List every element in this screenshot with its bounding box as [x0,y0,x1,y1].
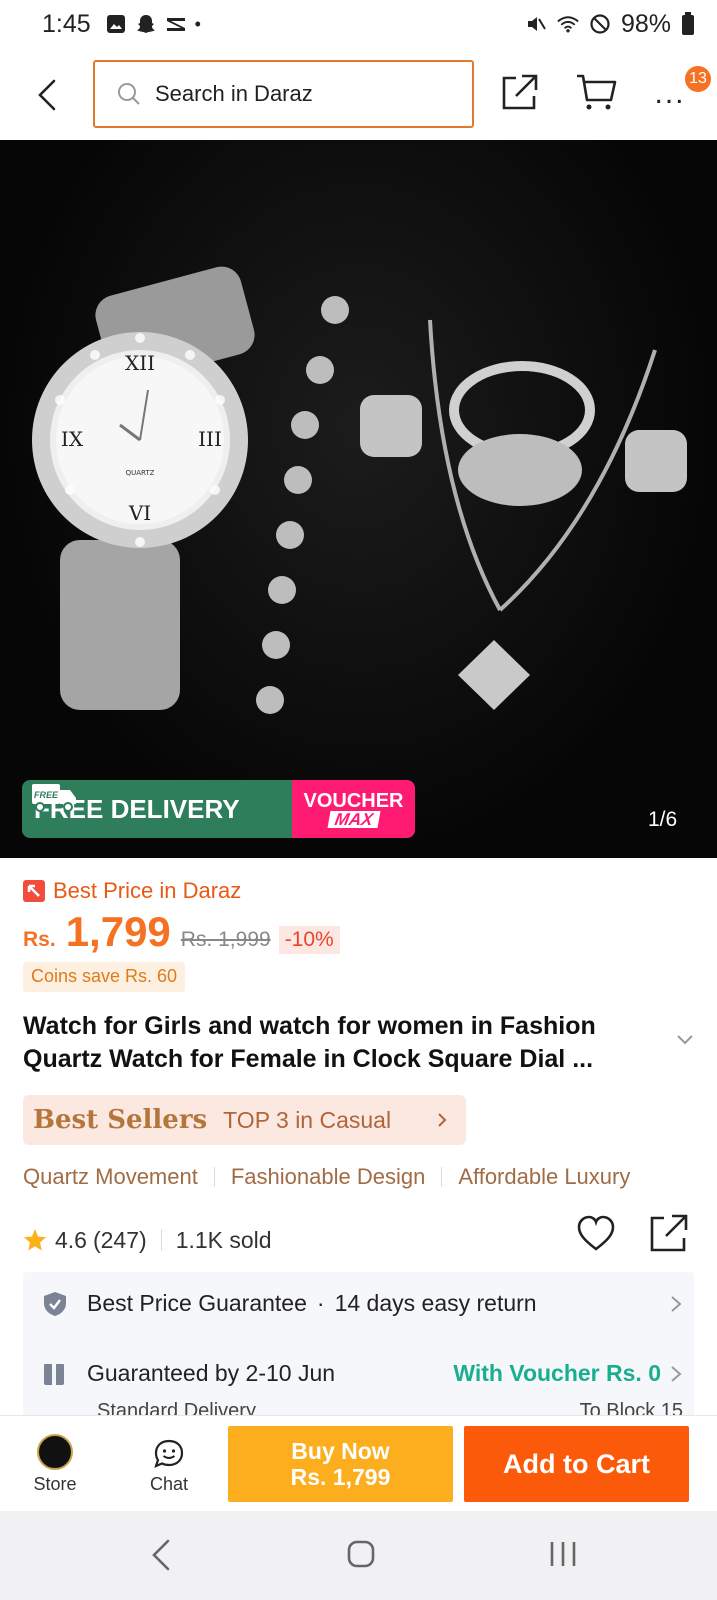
svg-text:III: III [198,427,222,451]
buy-now-button[interactable]: Buy Now Rs. 1,799 [228,1426,453,1502]
free-tag-text: FREE [34,790,59,800]
system-back-icon[interactable] [148,1537,174,1573]
battery-icon [682,12,694,35]
status-time: 1:45 [42,9,91,38]
cart-icon[interactable] [575,72,617,112]
store-label: Store [33,1474,77,1494]
product-image-carousel[interactable]: XII III VI IX QUARTZ FREE FREE DELIVERY … [0,140,717,858]
status-bar: 1:45 • 98% [0,0,717,48]
watch-dial-text: QUARTZ [126,469,155,477]
chat-button[interactable]: Chat [142,1438,196,1504]
chevron-right-icon [671,1295,682,1312]
dot-separator: · [316,1290,325,1316]
delivery-truck-icon: FREE [32,784,76,812]
voucher-max-label: MAX [327,810,380,829]
free-delivery-tag: FREE FREE DELIVERY [22,780,292,838]
current-price: 1,799 [65,908,171,955]
add-to-cart-button[interactable]: Add to Cart [464,1426,689,1502]
system-recents-icon[interactable] [548,1539,578,1569]
service-info-card: Best Price Guarantee · 14 days easy retu… [23,1272,694,1422]
search-icon [118,83,140,105]
snapchat-icon [136,15,155,33]
svg-text:VI: VI [128,501,151,525]
notification-badge: 13 [685,66,711,92]
sold-count: 1.1K sold [175,1226,272,1253]
store-button[interactable]: Store [28,1434,82,1504]
feature-tag: Fashionable Design [230,1164,426,1189]
more-options-button[interactable]: ... [650,74,690,114]
product-title[interactable]: Watch for Girls and watch for women in F… [23,1010,673,1076]
product-photo: XII III VI IX QUARTZ [32,266,687,714]
currency: Rs. [23,928,56,951]
voucher-label: VOUCHER [303,789,404,812]
star-icon [24,1229,46,1251]
dot-icon: • [194,13,201,34]
original-price: Rs. 1,999 [180,928,271,951]
best-sellers-label: Best Sellers [33,1105,208,1135]
best-price-guarantee: Best Price Guarantee [87,1290,307,1316]
buy-now-price: Rs. 1,799 [290,1464,391,1490]
price-tag-icon [23,880,45,902]
shield-check-icon [44,1291,66,1316]
system-navigation-bar [0,1511,717,1600]
best-price-label: Best Price in Daraz [53,878,242,903]
block-icon [590,14,610,34]
back-arrow-icon [38,79,56,111]
share-icon[interactable] [500,72,540,112]
package-icon [44,1363,64,1385]
guarantee-row[interactable]: Best Price Guarantee · 14 days easy retu… [43,1290,683,1317]
share-icon[interactable] [648,1212,690,1254]
return-policy: 14 days easy return [334,1290,537,1316]
chevron-right-icon [438,1113,447,1127]
best-sellers-rank: TOP 3 in Casual [223,1106,392,1133]
feature-tag: Affordable Luxury [458,1164,631,1189]
coins-save-badge: Coins save Rs. 60 [23,962,186,992]
rating-value: 4.6 [55,1226,87,1253]
capcut-icon [166,18,185,31]
feature-tag: Quartz Movement [23,1164,198,1189]
price-row: Rs. 1,799 Rs. 1,999 -10% [23,908,340,960]
svg-text:XII: XII [125,351,155,375]
mute-icon [527,17,546,31]
chat-smile-icon [154,1439,184,1468]
discount-badge: -10% [278,926,340,954]
system-icons: 98% [525,10,695,39]
promo-banner: FREE FREE DELIVERY VOUCHER MAX [22,780,415,838]
voucher-max-tag: VOUCHER MAX [292,780,415,838]
wifi-icon [557,16,579,33]
chevron-down-icon[interactable] [674,1028,696,1050]
best-sellers-banner[interactable]: Best Sellers TOP 3 in Casual [23,1095,466,1145]
search-placeholder: Search in Daraz [155,81,313,106]
divider [441,1167,443,1187]
svg-text:IX: IX [61,427,84,451]
image-counter: 1/6 [648,808,678,831]
buy-now-label: Buy Now [291,1438,390,1464]
chevron-right-icon [671,1365,682,1382]
top-navigation-bar: Search in Daraz ... [0,52,717,138]
best-price-badge: Best Price in Daraz [23,878,241,904]
back-button[interactable] [30,74,64,116]
battery-percent: 98% [620,9,671,38]
divider [213,1167,215,1187]
delivery-row[interactable]: Guaranteed by 2-10 Jun With Voucher Rs. … [43,1360,683,1387]
feature-tags: Quartz Movement Fashionable Design Affor… [23,1164,717,1190]
system-home-icon[interactable] [346,1539,376,1569]
notification-icons: • [105,13,201,35]
wishlist-heart-icon[interactable] [576,1214,616,1254]
gallery-icon [106,15,125,33]
search-input[interactable]: Search in Daraz [93,60,474,128]
delivery-voucher: With Voucher Rs. 0 [453,1360,661,1386]
rating-count: (247) [92,1226,147,1253]
chat-label: Chat [149,1474,189,1494]
bottom-action-bar: Store Chat Buy Now Rs. 1,799 Add to Cart [0,1415,717,1511]
divider [160,1229,162,1251]
store-logo [37,1434,73,1470]
delivery-date: Guaranteed by 2-10 Jun [87,1360,336,1386]
